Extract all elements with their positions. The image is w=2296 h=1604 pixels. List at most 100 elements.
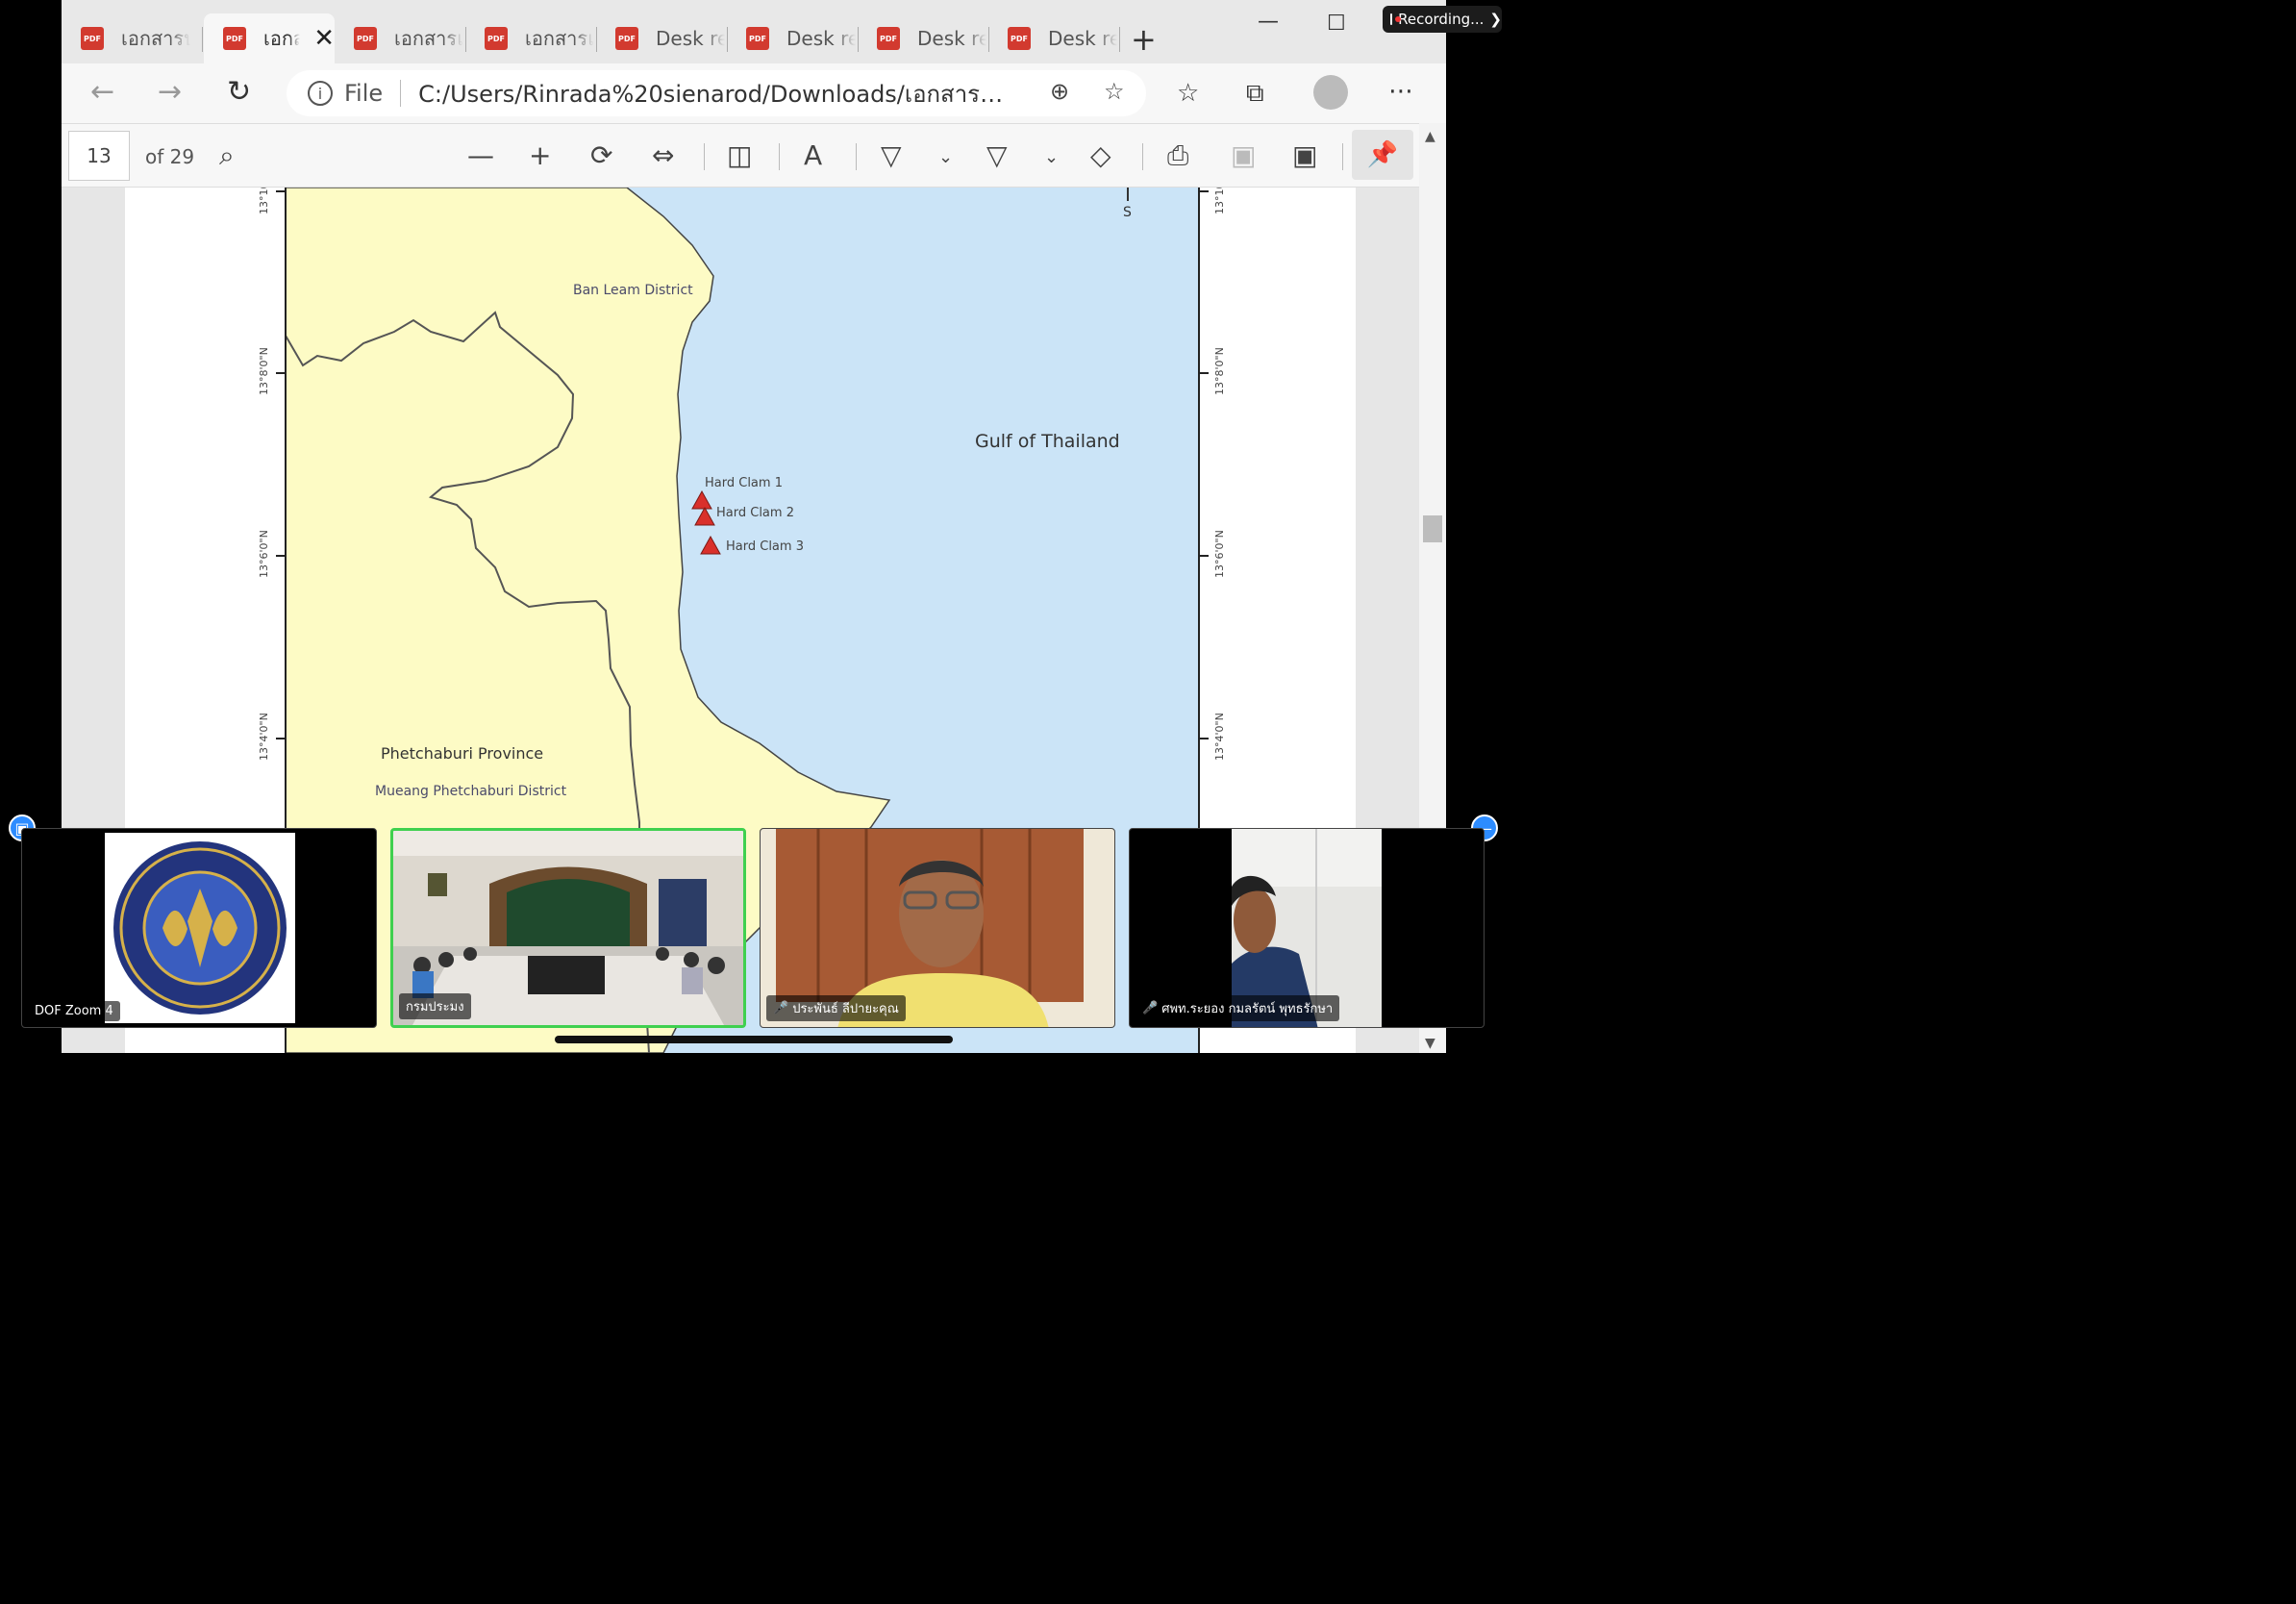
site-label-2: Hard Clam 2 (716, 506, 794, 520)
save-as-icon[interactable]: ▣ (1292, 139, 1317, 171)
district-label-bottom: Mueang Phetchaburi District (375, 784, 567, 799)
scrollbar-thumb[interactable] (1423, 515, 1442, 542)
draw-icon[interactable]: ▽ (881, 139, 902, 171)
tab-label: Desk report (656, 27, 725, 50)
pdf-icon: PDF (485, 27, 508, 50)
scroll-up-arrow-icon[interactable]: ▲ (1425, 129, 1435, 144)
tab-5[interactable]: PDF Desk report (596, 13, 727, 63)
address-divider (400, 80, 402, 107)
lat-label: 13°8'0"N (258, 347, 270, 395)
forward-arrow-icon[interactable]: → (158, 75, 182, 109)
profile-avatar[interactable] (1313, 75, 1348, 110)
lat-label: 13°10' (1213, 188, 1226, 214)
pdf-icon: PDF (877, 27, 900, 50)
tab-label: เอกสาร (263, 27, 301, 50)
toolbar-divider (856, 143, 857, 170)
page-view-icon[interactable]: ◫ (727, 139, 752, 171)
tab-4[interactable]: PDF เอกสารแนบ (465, 13, 596, 63)
tab-6[interactable]: PDF Desk report (727, 13, 858, 63)
search-icon[interactable]: ⌕ (219, 139, 235, 172)
cloud-record-icon (1390, 13, 1402, 25)
more-menu-icon[interactable]: ⋯ (1388, 77, 1413, 106)
rotate-icon[interactable]: ⟳ (590, 139, 612, 171)
highlight-options-chevron-icon[interactable]: ⌄ (1044, 147, 1059, 167)
video-tile-2[interactable]: กรมประมง (390, 828, 746, 1028)
tab-divider (1119, 27, 1120, 52)
pdf-icon: PDF (354, 27, 377, 50)
tab-divider (202, 27, 203, 52)
tab-1[interactable]: PDF เอกสารประ (62, 13, 202, 63)
url-text[interactable]: C:/Users/Rinrada%20sienarod/Downloads/เอ… (418, 75, 1014, 113)
pdf-icon: PDF (746, 27, 769, 50)
video-tile-1[interactable]: DOF Zoom 4 (21, 828, 377, 1028)
toolbar-divider (1142, 143, 1143, 170)
lat-label: 13°4'0"N (258, 713, 270, 761)
toolbar-divider (704, 143, 705, 170)
zoom-magnifier-icon[interactable]: ⊕ (1050, 78, 1069, 105)
lat-label: 13°4'0"N (1213, 713, 1226, 761)
tab-strip: PDF เอกสารประ PDF เอกสาร ✕ PDF เอกสารแนบ… (62, 0, 1446, 63)
fit-width-icon[interactable]: ⇔ (652, 139, 674, 171)
draw-options-chevron-icon[interactable]: ⌄ (938, 147, 953, 167)
scroll-down-arrow-icon[interactable]: ▼ (1425, 1036, 1435, 1051)
zoom-out-icon[interactable]: — (467, 139, 494, 171)
chevron-right-icon: ❯ (1489, 11, 1502, 28)
collections-icon[interactable]: ⧉ (1246, 79, 1264, 109)
province-label: Phetchaburi Province (381, 744, 543, 763)
home-indicator-bar (555, 1036, 953, 1043)
read-aloud-icon[interactable]: A (804, 139, 822, 171)
save-icon[interactable]: ▣ (1231, 139, 1256, 171)
lat-label: 13°10' (258, 188, 270, 214)
video-tile-3[interactable]: 🎤 ประพันธ์ ลีปายะคุณ (760, 828, 1115, 1028)
highlight-icon[interactable]: ▽ (986, 139, 1008, 171)
tab-7[interactable]: PDF Desk report (858, 13, 988, 63)
zoom-in-icon[interactable]: + (529, 139, 551, 171)
refresh-icon[interactable]: ↻ (227, 75, 251, 109)
participant-name-text: ประพันธ์ ลีปายะคุณ (792, 1002, 899, 1016)
pin-toolbar-icon[interactable]: 📌 (1352, 130, 1413, 180)
back-arrow-icon[interactable]: ← (90, 75, 114, 109)
muted-mic-icon: 🎤 (773, 1001, 789, 1015)
page-number-input[interactable]: 13 (68, 131, 130, 181)
info-icon[interactable]: i (308, 81, 333, 106)
eraser-icon[interactable]: ◇ (1090, 139, 1111, 171)
pdf-toolbar: 13 of 29 ⌕ — + ⟳ ⇔ ◫ A ▽ ⌄ ▽ ⌄ ◇ ⎙ ▣ ▣ 📌 (62, 123, 1446, 188)
favorites-icon[interactable]: ☆ (1177, 79, 1199, 108)
tab-label: Desk report (786, 27, 856, 50)
tab-2-active[interactable]: PDF เอกสาร ✕ (204, 13, 335, 63)
compass-letter: S (1123, 205, 1132, 220)
add-favorite-star-icon[interactable]: ☆ (1104, 78, 1125, 105)
dof-logo (105, 833, 295, 1023)
address-bar[interactable]: i File C:/Users/Rinrada%20sienarod/Downl… (287, 70, 1146, 116)
participant-name: DOF Zoom 4 (28, 1001, 120, 1021)
participant-name-text: ศพท.ระยอง กมลรัตน์ พุทธรักษา (1161, 1002, 1334, 1016)
tab-label: Desk report (917, 27, 986, 50)
site-label-3: Hard Clam 3 (726, 539, 804, 554)
scheme-label: File (344, 80, 384, 107)
page-count-label: of 29 (145, 145, 195, 168)
participant-name: 🎤 ศพท.ระยอง กมลรัตน์ พุทธรักษา (1136, 995, 1340, 1021)
new-tab-button[interactable]: + (1131, 21, 1157, 58)
print-icon[interactable]: ⎙ (1167, 139, 1188, 172)
tab-8[interactable]: PDF Desk report (988, 13, 1119, 63)
tab-3[interactable]: PDF เอกสารแนบ (335, 13, 465, 63)
close-tab-icon[interactable]: ✕ (313, 24, 335, 53)
video-tile-4[interactable]: 🎤 ศพท.ระยอง กมลรัตน์ พุทธรักษา (1129, 828, 1485, 1028)
tab-label: Desk report (1048, 27, 1117, 50)
lat-label: 13°6'0"N (1213, 530, 1226, 578)
toolbar-divider (1342, 143, 1343, 170)
lat-label: 13°6'0"N (258, 530, 270, 578)
site-label-1: Hard Clam 1 (705, 476, 783, 490)
toolbar-divider (779, 143, 780, 170)
participant-name: 🎤 ประพันธ์ ลีปายะคุณ (766, 995, 906, 1021)
pdf-icon: PDF (223, 27, 246, 50)
minimize-icon[interactable]: — (1258, 10, 1279, 34)
recording-indicator[interactable]: Recording... ❯ (1383, 6, 1502, 33)
screen: PDF เอกสารประ PDF เอกสาร ✕ PDF เอกสารแนบ… (0, 0, 1508, 1053)
participant-name: กรมประมง (399, 993, 471, 1019)
tab-label: เอกสารแนบ (394, 27, 463, 50)
maximize-icon[interactable]: ☐ (1327, 12, 1346, 36)
tab-label: เอกสารประ (121, 27, 190, 50)
pdf-icon: PDF (81, 27, 104, 50)
muted-mic-icon: 🎤 (1142, 1001, 1159, 1015)
